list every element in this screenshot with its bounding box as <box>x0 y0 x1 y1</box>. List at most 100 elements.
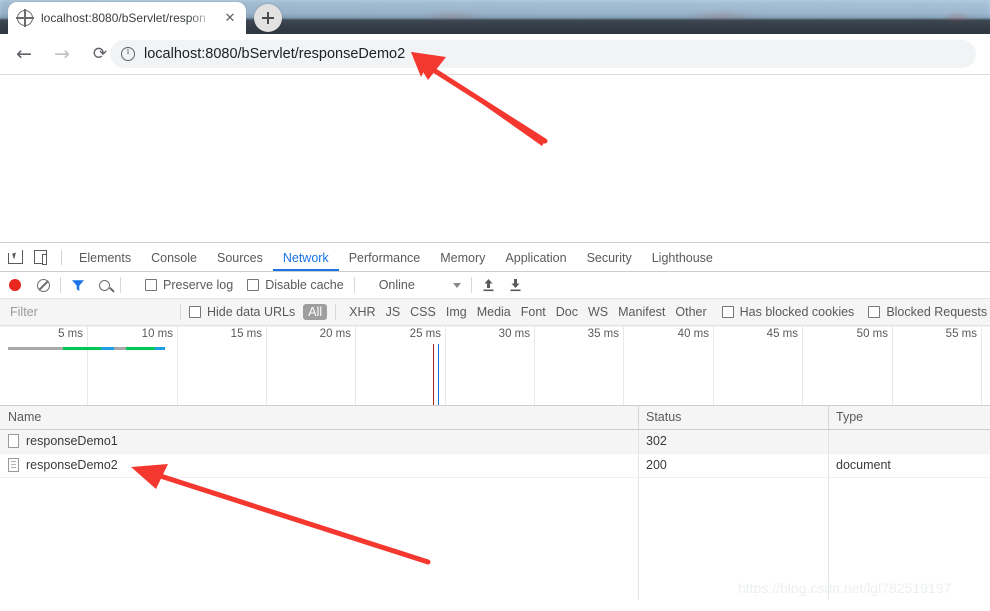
filter-type-css[interactable]: CSS <box>405 304 441 320</box>
filter-input[interactable] <box>8 302 172 322</box>
filter-icon[interactable] <box>71 279 85 292</box>
timeline-gridline <box>445 326 446 405</box>
device-toolbar-icon[interactable] <box>34 248 52 266</box>
column-divider[interactable] <box>828 406 829 429</box>
devtools-panel: Elements Console Sources Network Perform… <box>0 242 990 611</box>
checkbox-box[interactable] <box>145 279 157 291</box>
request-status: 302 <box>646 434 667 448</box>
blank-page-icon <box>8 434 19 448</box>
import-har-icon[interactable] <box>482 278 495 292</box>
column-header-status[interactable]: Status <box>646 410 681 424</box>
address-bar-url: localhost:8080/bServlet/responseDemo2 <box>144 46 406 62</box>
search-icon[interactable] <box>99 279 110 291</box>
checkbox-box[interactable] <box>868 306 881 318</box>
request-type: document <box>836 458 891 472</box>
timeline-tick-label: 20 ms <box>319 328 351 340</box>
request-status: 200 <box>646 458 667 472</box>
tab-sources[interactable]: Sources <box>207 244 273 271</box>
filter-type-ws[interactable]: WS <box>583 304 613 320</box>
timeline-tick-label: 25 ms <box>409 328 441 340</box>
hide-data-urls-checkbox[interactable]: Hide data URLs <box>189 305 295 319</box>
new-tab-button[interactable] <box>254 4 282 32</box>
filter-type-js[interactable]: JS <box>381 304 406 320</box>
timeline-tick-label: 5 ms <box>58 328 83 340</box>
tab-performance[interactable]: Performance <box>339 244 431 271</box>
throttling-select[interactable]: Online <box>379 278 415 292</box>
tab-memory[interactable]: Memory <box>430 244 495 271</box>
tab-security[interactable]: Security <box>577 244 642 271</box>
timeline-gridline <box>892 326 893 405</box>
browser-tab-title: localhost:8080/bServlet/respon <box>41 11 206 25</box>
browser-toolbar: ← → ⟳ localhost:8080/bServlet/responseDe… <box>0 34 990 75</box>
timeline-gridline <box>266 326 267 405</box>
blocked-requests-label: Blocked Requests <box>886 305 988 319</box>
timeline-tick-label: 45 ms <box>766 328 798 340</box>
devtools-tabbar: Elements Console Sources Network Perform… <box>0 243 990 272</box>
checkbox-box[interactable] <box>189 306 201 318</box>
toolbar-divider <box>60 277 61 293</box>
tab-elements[interactable]: Elements <box>69 244 141 271</box>
request-name[interactable]: responseDemo1 <box>26 434 118 448</box>
reload-button[interactable]: ⟳ <box>90 44 110 64</box>
filter-type-all[interactable]: All <box>303 304 328 320</box>
timeline-gridline <box>355 326 356 405</box>
network-request-table: Name Status Type responseDemo1 302 respo… <box>0 406 990 600</box>
inspect-element-icon[interactable] <box>8 248 26 266</box>
timeline-tick-label: 15 ms <box>230 328 262 340</box>
reload-icon: ⟳ <box>92 44 108 64</box>
page-content-area <box>0 75 990 242</box>
back-button[interactable]: ← <box>14 44 34 64</box>
network-timeline-overview[interactable]: 5 ms 10 ms 15 ms 20 ms 25 ms 30 ms 35 ms 40 ms 4… <box>0 326 990 406</box>
tab-network[interactable]: Network <box>272 244 339 271</box>
filter-type-media[interactable]: Media <box>472 304 516 320</box>
filter-type-doc[interactable]: Doc <box>551 304 583 320</box>
timeline-tick-label: 50 ms <box>856 328 888 340</box>
filter-type-xhr[interactable]: XHR <box>344 304 380 320</box>
arrow-right-icon: → <box>54 43 70 65</box>
globe-icon <box>16 9 34 27</box>
timeline-request-bar-segment <box>155 347 165 350</box>
has-blocked-cookies-label: Has blocked cookies <box>739 305 855 319</box>
browser-tab[interactable]: localhost:8080/bServlet/respon ✕ <box>8 2 246 34</box>
checkbox-box[interactable] <box>247 279 260 291</box>
browser-tab-strip: localhost:8080/bServlet/respon ✕ <box>0 0 990 34</box>
timeline-request-bar-segment <box>101 347 114 350</box>
request-name[interactable]: responseDemo2 <box>26 458 118 472</box>
tab-console[interactable]: Console <box>141 244 207 271</box>
timeline-request-bar-segment <box>126 347 155 350</box>
has-blocked-cookies-checkbox[interactable]: Has blocked cookies <box>721 305 855 319</box>
filter-type-img[interactable]: Img <box>441 304 472 320</box>
row-cell-divider <box>638 478 639 600</box>
checkbox-box[interactable] <box>721 306 734 318</box>
row-cell-divider <box>638 454 639 477</box>
address-bar[interactable]: localhost:8080/bServlet/responseDemo2 <box>110 40 976 68</box>
column-divider[interactable] <box>638 406 639 429</box>
filter-type-other[interactable]: Other <box>670 304 711 320</box>
chevron-down-icon[interactable] <box>452 282 461 288</box>
clear-icon[interactable] <box>37 278 50 292</box>
timeline-gridline <box>534 326 535 405</box>
hide-data-urls-label: Hide data URLs <box>207 305 296 319</box>
tab-lighthouse[interactable]: Lighthouse <box>642 244 723 271</box>
timeline-tick-label: 35 ms <box>587 328 619 340</box>
export-har-icon[interactable] <box>509 278 522 292</box>
info-icon[interactable] <box>121 46 135 61</box>
table-row[interactable]: responseDemo2 200 document <box>0 454 990 478</box>
toolbar-divider <box>61 249 62 265</box>
close-icon[interactable]: ✕ <box>223 11 237 25</box>
disable-cache-checkbox[interactable]: Disable cache <box>247 278 344 292</box>
timeline-gridline <box>802 326 803 405</box>
tab-application[interactable]: Application <box>495 244 576 271</box>
table-row[interactable]: responseDemo1 302 <box>0 430 990 454</box>
timeline-request-bar-segment <box>63 347 101 350</box>
forward-button[interactable]: → <box>52 44 72 64</box>
column-header-name[interactable]: Name <box>8 410 41 424</box>
filter-type-manifest[interactable]: Manifest <box>613 304 670 320</box>
blocked-requests-checkbox[interactable]: Blocked Requests <box>868 305 987 319</box>
record-button-icon[interactable] <box>9 279 21 291</box>
column-header-type[interactable]: Type <box>836 410 863 424</box>
network-filter-row: Hide data URLs All XHR JS CSS Img Media … <box>0 299 990 326</box>
preserve-log-checkbox[interactable]: Preserve log <box>145 278 233 292</box>
toolbar-divider <box>120 277 121 293</box>
filter-type-font[interactable]: Font <box>516 304 551 320</box>
